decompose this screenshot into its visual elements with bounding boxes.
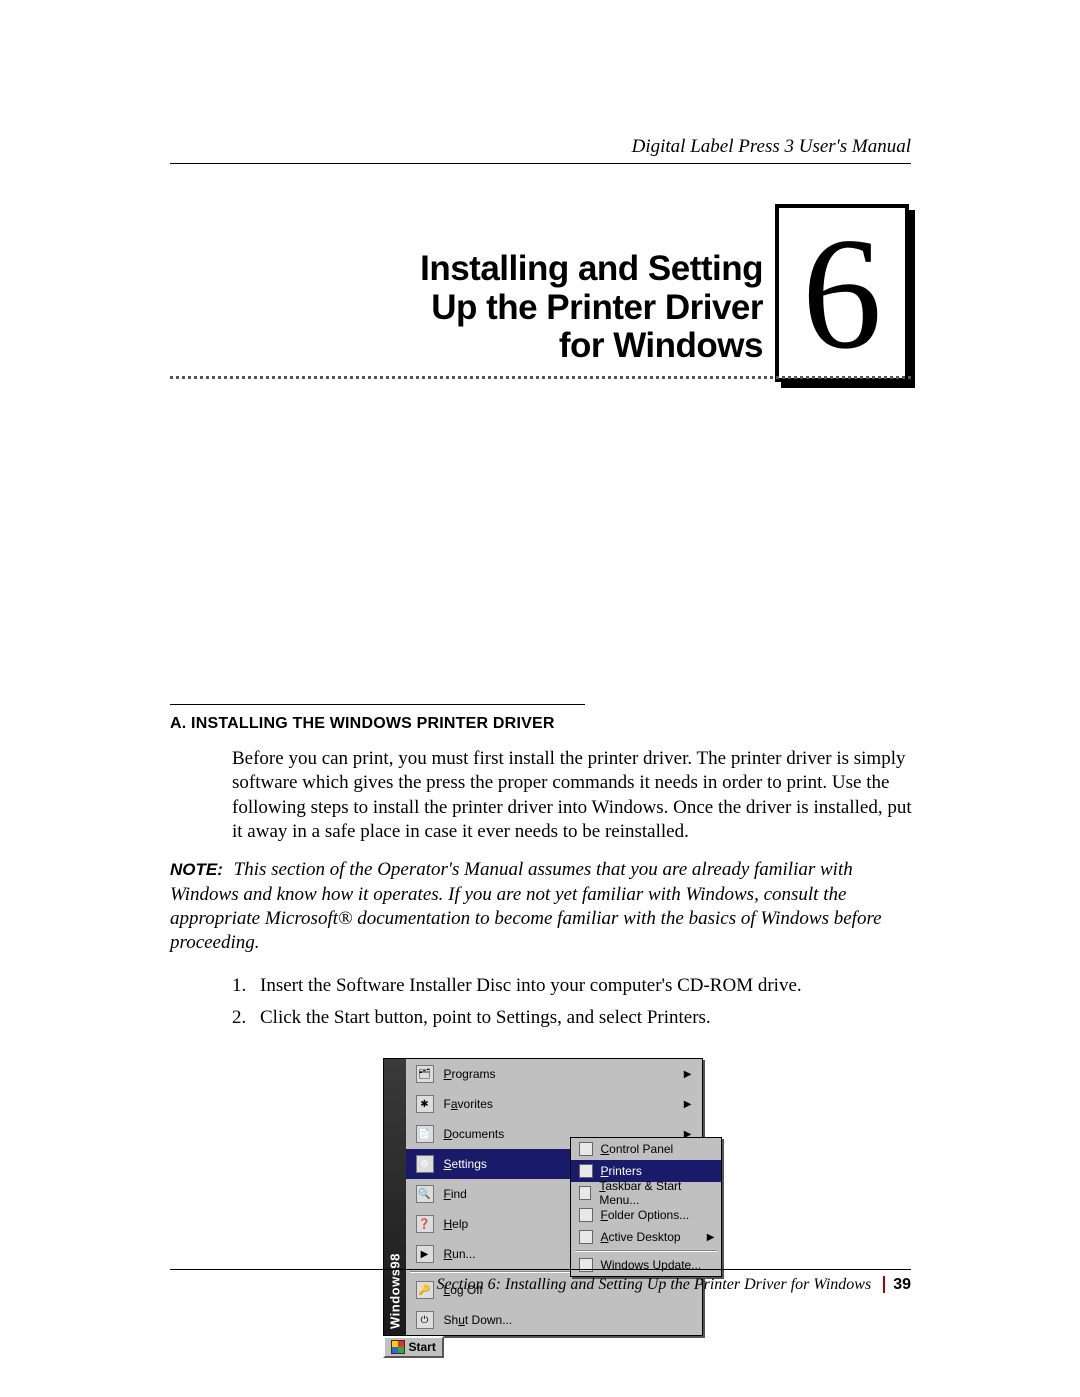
submenu-item-control-panel[interactable]: Control Panel xyxy=(571,1138,721,1160)
submenu-item-folder-options[interactable]: Folder Options... xyxy=(571,1204,721,1226)
chapter-title-line: Up the Printer Driver xyxy=(420,289,763,328)
page-number: 39 xyxy=(883,1276,911,1293)
step-number: 1. xyxy=(232,970,260,1002)
chapter-title-line: Installing and Setting xyxy=(420,250,763,289)
start-button[interactable]: Start xyxy=(383,1336,444,1358)
step-text: Click the Start button, point to Setting… xyxy=(260,1002,711,1034)
menu-label: Find xyxy=(444,1187,467,1201)
top-rule xyxy=(170,163,911,164)
section-rule xyxy=(170,704,585,705)
note-text: This section of the Operator's Manual as… xyxy=(170,859,882,953)
start-menu-item-favorites[interactable]: ✱ Favorites ▶ xyxy=(406,1089,702,1119)
active-desktop-icon xyxy=(579,1230,593,1244)
control-panel-icon xyxy=(579,1142,593,1156)
submenu-label: Printers xyxy=(601,1164,642,1178)
start-menu-item-shutdown[interactable]: ⏻ Shut Down... xyxy=(406,1305,702,1335)
note-paragraph: NOTE: This section of the Operator's Man… xyxy=(170,858,915,955)
chapter-title: Installing and Setting Up the Printer Dr… xyxy=(420,250,763,366)
manual-page: Digital Label Press 3 User's Manual Inst… xyxy=(0,0,1080,1397)
dotted-rule xyxy=(170,376,911,379)
shutdown-icon: ⏻ xyxy=(416,1311,434,1329)
programs-icon: 🗂 xyxy=(416,1065,434,1083)
submenu-label: Active Desktop xyxy=(601,1230,681,1244)
step-item: 2. Click the Start button, point to Sett… xyxy=(232,1002,915,1034)
submenu-arrow-icon: ▶ xyxy=(684,1099,692,1110)
submenu-label: Taskbar & Start Menu... xyxy=(599,1179,712,1207)
run-icon: ▶ xyxy=(416,1245,434,1263)
start-menu: Windows98 🗂 Programs ▶ ✱ Favorites ▶ 📄 xyxy=(383,1058,703,1336)
printers-icon xyxy=(579,1164,593,1178)
step-list: 1. Insert the Software Installer Disc in… xyxy=(232,970,915,1035)
submenu-item-taskbar[interactable]: Taskbar & Start Menu... xyxy=(571,1182,721,1204)
chapter-header: Installing and Setting Up the Printer Dr… xyxy=(170,204,915,404)
body: A. INSTALLING THE WINDOWS PRINTER DRIVER… xyxy=(170,704,915,1359)
chapter-title-line: for Windows xyxy=(420,327,763,366)
start-menu-screenshot: Windows98 🗂 Programs ▶ ✱ Favorites ▶ 📄 xyxy=(383,1058,703,1359)
menu-label: Run... xyxy=(444,1247,476,1261)
submenu-separator xyxy=(575,1250,717,1252)
start-menu-item-programs[interactable]: 🗂 Programs ▶ xyxy=(406,1059,702,1089)
note-label: NOTE: xyxy=(170,860,223,879)
submenu-item-active-desktop[interactable]: Active Desktop ▶ xyxy=(571,1226,721,1248)
step-text: Insert the Software Installer Disc into … xyxy=(260,970,802,1002)
footer-text: Section 6: Installing and Setting Up the… xyxy=(437,1276,872,1293)
running-head: Digital Label Press 3 User's Manual xyxy=(632,136,911,158)
favorites-icon: ✱ xyxy=(416,1095,434,1113)
submenu-label: Folder Options... xyxy=(601,1208,690,1222)
taskbar-icon xyxy=(579,1186,592,1200)
menu-label: Documents xyxy=(444,1127,505,1141)
menu-label: Help xyxy=(444,1217,469,1231)
intro-paragraph: Before you can print, you must first ins… xyxy=(232,747,915,844)
step-number: 2. xyxy=(232,1002,260,1034)
submenu-arrow-icon: ▶ xyxy=(707,1232,715,1243)
start-button-label: Start xyxy=(409,1340,436,1354)
page-footer: Section 6: Installing and Setting Up the… xyxy=(170,1269,911,1294)
settings-icon: ⚙ xyxy=(416,1155,434,1173)
documents-icon: 📄 xyxy=(416,1125,434,1143)
find-icon: 🔍 xyxy=(416,1185,434,1203)
submenu-arrow-icon: ▶ xyxy=(684,1069,692,1080)
menu-label: Programs xyxy=(444,1067,496,1081)
submenu-label: Control Panel xyxy=(601,1142,674,1156)
chapter-number-box: 6 xyxy=(775,204,915,388)
menu-label: Shut Down... xyxy=(444,1313,513,1327)
windows-logo-icon xyxy=(391,1340,405,1354)
chapter-number: 6 xyxy=(775,204,909,382)
folder-options-icon xyxy=(579,1208,593,1222)
menu-label: Settings xyxy=(444,1157,487,1171)
menu-label: Favorites xyxy=(444,1097,493,1111)
settings-submenu: Control Panel Printers Taskbar & Start M… xyxy=(570,1137,722,1277)
help-icon: ❓ xyxy=(416,1215,434,1233)
step-item: 1. Insert the Software Installer Disc in… xyxy=(232,970,915,1002)
section-heading: A. INSTALLING THE WINDOWS PRINTER DRIVER xyxy=(170,715,915,733)
